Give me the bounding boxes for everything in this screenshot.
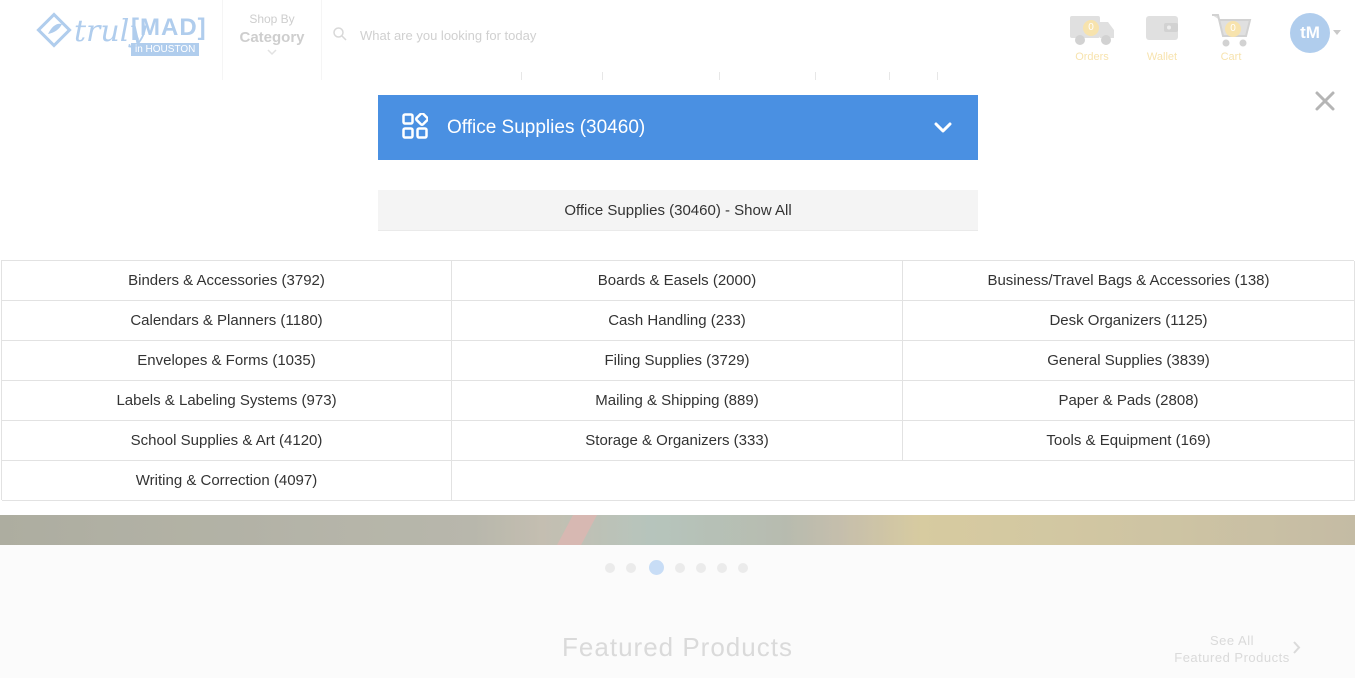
subcategory-item[interactable]: Business/Travel Bags & Accessories (138) — [903, 261, 1355, 301]
subcategory-item[interactable]: Storage & Organizers (333) — [452, 421, 903, 461]
show-all-link[interactable]: Office Supplies (30460) - Show All — [378, 190, 978, 231]
close-icon[interactable] — [1313, 89, 1337, 113]
chevron-down-icon — [934, 122, 952, 133]
category-dropdown-header[interactable]: Office Supplies (30460) — [378, 95, 978, 160]
subcategory-grid: Binders & Accessories (3792) Boards & Eas… — [1, 260, 1355, 501]
empty-grid-cell — [452, 461, 1355, 501]
subcategory-item[interactable]: Labels & Labeling Systems (973) — [2, 381, 452, 421]
subcategory-item[interactable]: School Supplies & Art (4120) — [2, 421, 452, 461]
subcategory-item[interactable]: Writing & Correction (4097) — [2, 461, 452, 501]
subcategory-item[interactable]: Tools & Equipment (169) — [903, 421, 1355, 461]
subcategory-item[interactable]: Envelopes & Forms (1035) — [2, 341, 452, 381]
grid-icon — [402, 113, 428, 139]
subcategory-item[interactable]: Calendars & Planners (1180) — [2, 301, 452, 341]
subcategory-item[interactable]: Binders & Accessories (3792) — [2, 261, 452, 301]
subcategory-item[interactable]: Cash Handling (233) — [452, 301, 903, 341]
subcategory-item[interactable]: Boards & Easels (2000) — [452, 261, 903, 301]
subcategory-item[interactable]: Mailing & Shipping (889) — [452, 381, 903, 421]
category-title: Office Supplies (30460) — [447, 117, 646, 138]
subcategory-item[interactable]: Filing Supplies (3729) — [452, 341, 903, 381]
subcategory-item[interactable]: General Supplies (3839) — [903, 341, 1355, 381]
subcategory-item[interactable]: Desk Organizers (1125) — [903, 301, 1355, 341]
subcategory-item[interactable]: Paper & Pads (2808) — [903, 381, 1355, 421]
